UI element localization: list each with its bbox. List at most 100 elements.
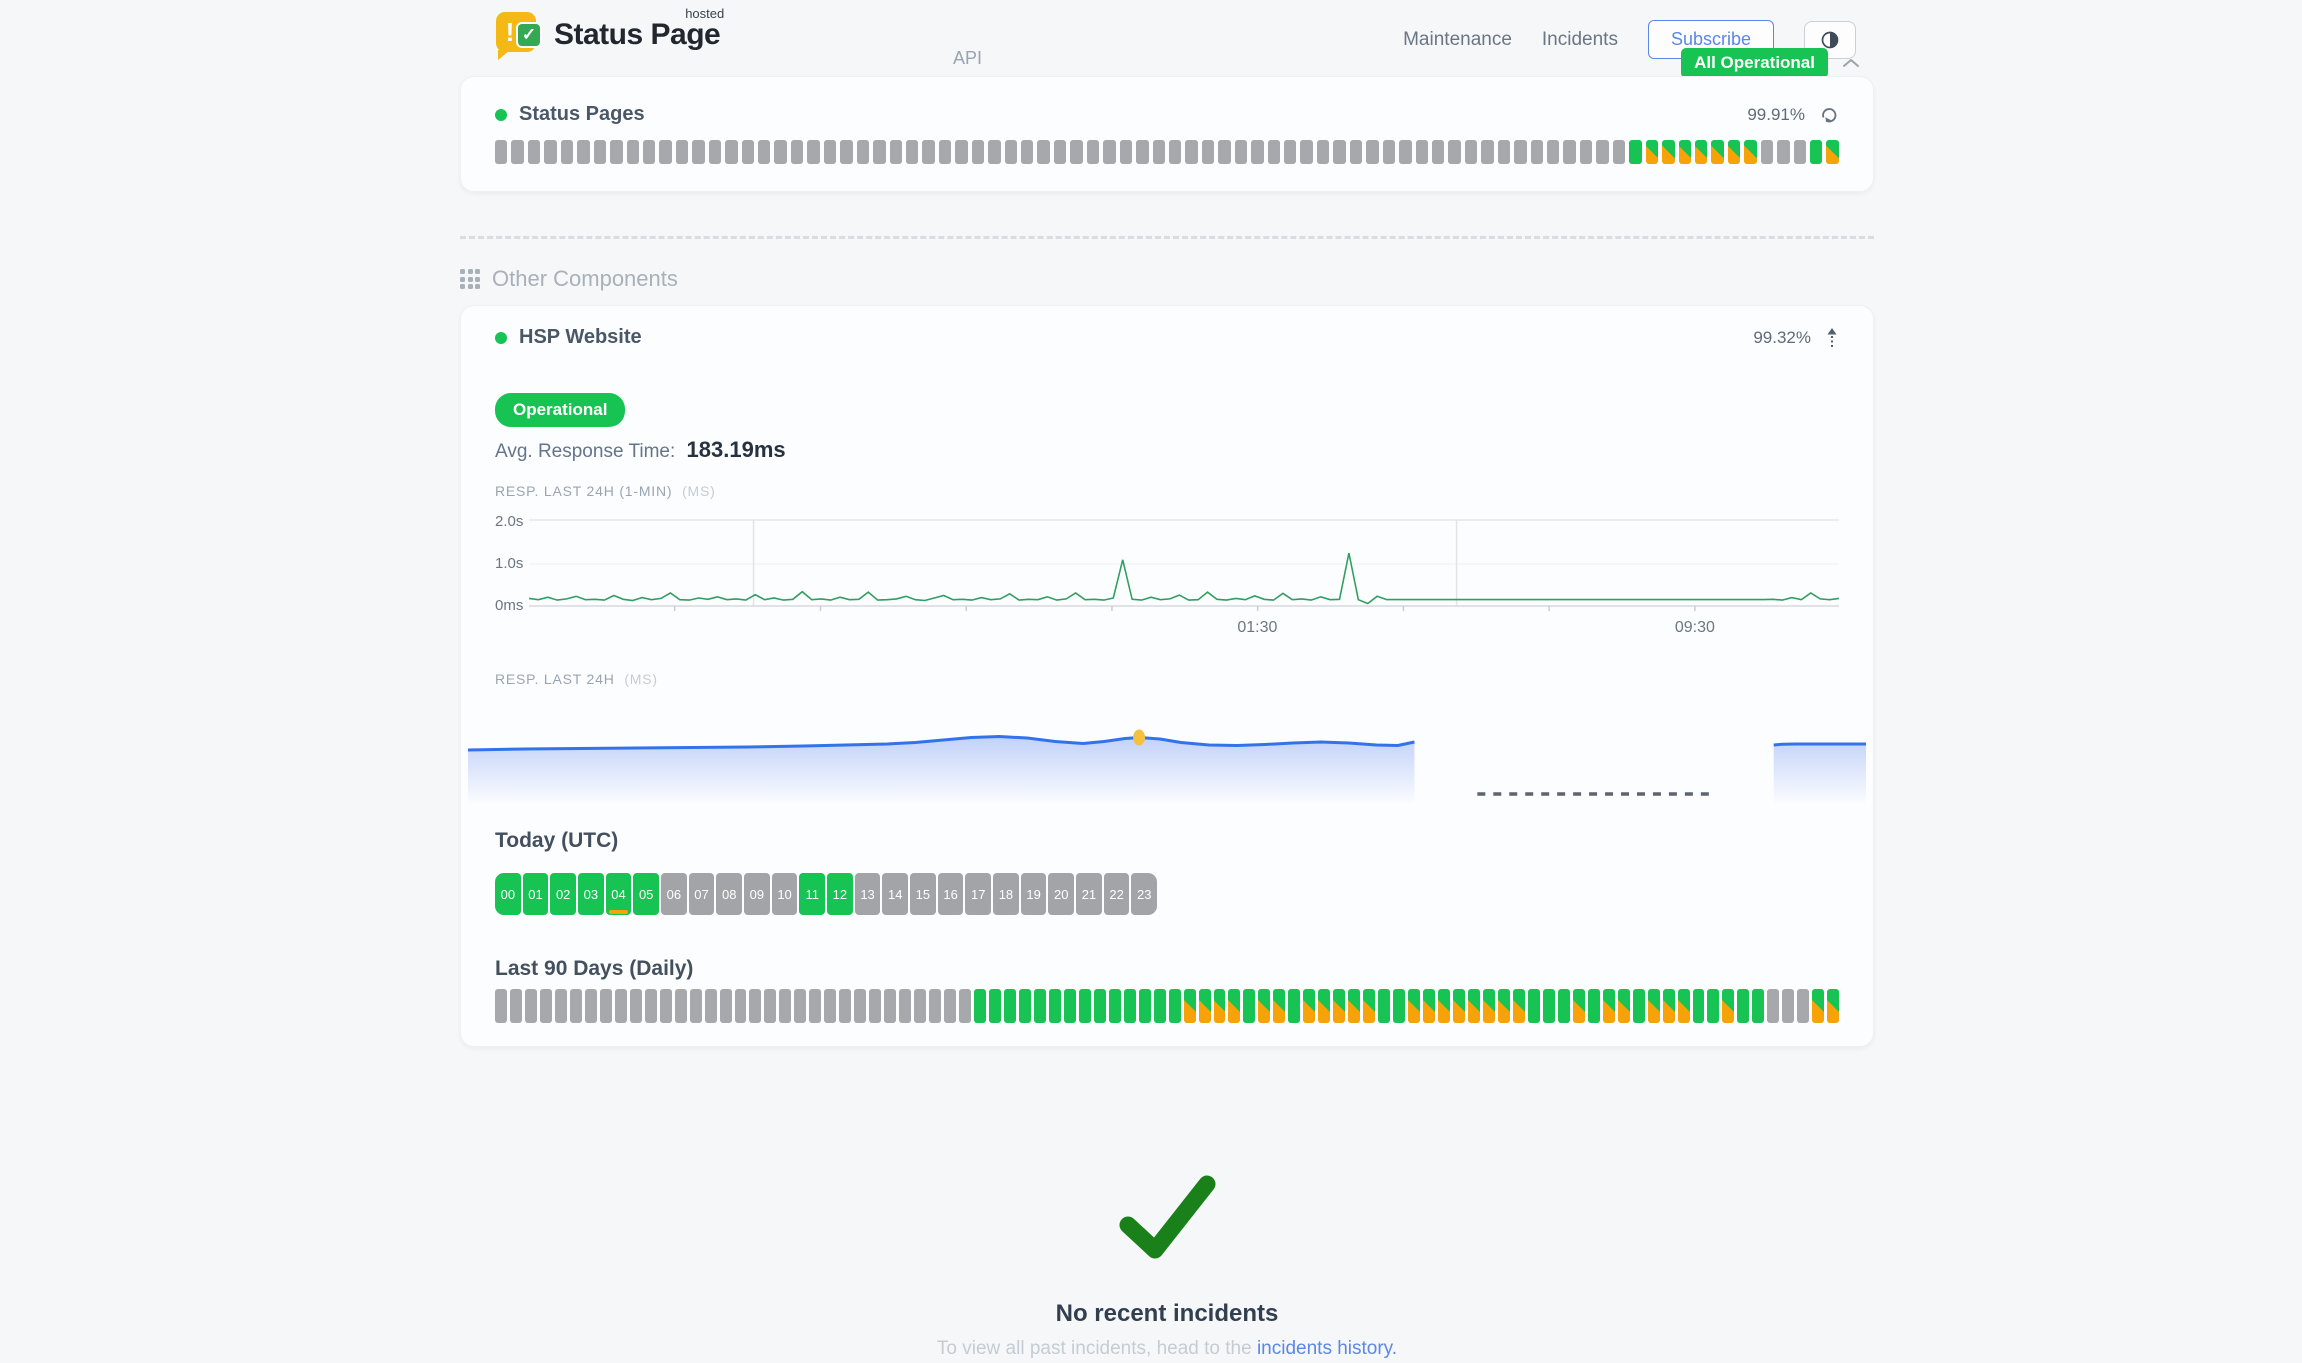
- hour-block[interactable]: 00: [495, 873, 521, 915]
- daily-uptime-bar[interactable]: [1558, 989, 1570, 1023]
- daily-uptime-bar[interactable]: [570, 989, 582, 1023]
- uptime-bar[interactable]: [1531, 140, 1543, 164]
- daily-uptime-bar[interactable]: [914, 989, 926, 1023]
- hour-block[interactable]: 17: [965, 873, 991, 915]
- uptime-bar[interactable]: [1563, 140, 1575, 164]
- uptime-bar[interactable]: [511, 140, 523, 164]
- uptime-bar[interactable]: [544, 140, 556, 164]
- hour-block[interactable]: 07: [689, 873, 715, 915]
- uptime-bar[interactable]: [988, 140, 1000, 164]
- uptime-bar[interactable]: [1251, 140, 1263, 164]
- uptime-bar[interactable]: [627, 140, 639, 164]
- uptime-bar[interactable]: [1794, 140, 1806, 164]
- uptime-bar[interactable]: [1629, 140, 1641, 164]
- daily-uptime-bar[interactable]: [764, 989, 776, 1023]
- uptime-bar[interactable]: [1005, 140, 1017, 164]
- uptime-bar[interactable]: [824, 140, 836, 164]
- daily-uptime-bar[interactable]: [1618, 989, 1630, 1023]
- uptime-bar[interactable]: [495, 140, 507, 164]
- uptime-bar[interactable]: [906, 140, 918, 164]
- uptime-bar[interactable]: [1777, 140, 1789, 164]
- uptime-bar[interactable]: [791, 140, 803, 164]
- nav-maintenance[interactable]: Maintenance: [1403, 29, 1512, 51]
- uptime-bar[interactable]: [758, 140, 770, 164]
- uptime-bar[interactable]: [1465, 140, 1477, 164]
- hour-block[interactable]: 01: [523, 873, 549, 915]
- hour-block[interactable]: 06: [661, 873, 687, 915]
- daily-uptime-bar[interactable]: [1288, 989, 1300, 1023]
- uptime-bar[interactable]: [1646, 140, 1658, 164]
- hour-block[interactable]: 08: [716, 873, 742, 915]
- uptime-bar[interactable]: [594, 140, 606, 164]
- uptime-bar[interactable]: [1695, 140, 1707, 164]
- daily-uptime-bar[interactable]: [1408, 989, 1420, 1023]
- daily-uptime-bar[interactable]: [1094, 989, 1106, 1023]
- daily-uptime-bar[interactable]: [660, 989, 672, 1023]
- chevron-up-icon[interactable]: [1842, 58, 1860, 68]
- uptime-bar[interactable]: [742, 140, 754, 164]
- uptime-bar[interactable]: [709, 140, 721, 164]
- daily-uptime-bar[interactable]: [1498, 989, 1510, 1023]
- uptime-bar[interactable]: [1826, 140, 1838, 164]
- daily-uptime-bar[interactable]: [615, 989, 627, 1023]
- daily-uptime-bar[interactable]: [1812, 989, 1824, 1023]
- daily-uptime-bar[interactable]: [1273, 989, 1285, 1023]
- uptime-bar[interactable]: [1744, 140, 1756, 164]
- daily-uptime-bar[interactable]: [839, 989, 851, 1023]
- daily-uptime-bar[interactable]: [645, 989, 657, 1023]
- daily-uptime-bar[interactable]: [1603, 989, 1615, 1023]
- daily-uptime-bar[interactable]: [1782, 989, 1794, 1023]
- daily-uptime-bar[interactable]: [510, 989, 522, 1023]
- daily-uptime-bar[interactable]: [1827, 989, 1839, 1023]
- daily-uptime-bar[interactable]: [1184, 989, 1196, 1023]
- daily-uptime-bar[interactable]: [1693, 989, 1705, 1023]
- uptime-bar[interactable]: [725, 140, 737, 164]
- daily-uptime-bar[interactable]: [1363, 989, 1375, 1023]
- daily-uptime-bar[interactable]: [749, 989, 761, 1023]
- uptime-bar[interactable]: [659, 140, 671, 164]
- hour-block[interactable]: 23: [1131, 873, 1157, 915]
- daily-uptime-bar[interactable]: [1633, 989, 1645, 1023]
- uptime-bar[interactable]: [1679, 140, 1691, 164]
- daily-uptime-bar[interactable]: [1034, 989, 1046, 1023]
- daily-uptime-bar[interactable]: [944, 989, 956, 1023]
- daily-uptime-bar[interactable]: [779, 989, 791, 1023]
- uptime-bar[interactable]: [561, 140, 573, 164]
- hour-block[interactable]: 15: [910, 873, 936, 915]
- daily-uptime-bar[interactable]: [1124, 989, 1136, 1023]
- uptime-bar[interactable]: [1514, 140, 1526, 164]
- daily-uptime-bar[interactable]: [705, 989, 717, 1023]
- daily-uptime-bar[interactable]: [555, 989, 567, 1023]
- uptime-bar[interactable]: [1547, 140, 1559, 164]
- uptime-bar[interactable]: [1448, 140, 1460, 164]
- daily-uptime-bar[interactable]: [1468, 989, 1480, 1023]
- daily-uptime-bar[interactable]: [1543, 989, 1555, 1023]
- daily-uptime-bar[interactable]: [1483, 989, 1495, 1023]
- daily-uptime-bar[interactable]: [1707, 989, 1719, 1023]
- daily-uptime-bar[interactable]: [1528, 989, 1540, 1023]
- daily-uptime-bar[interactable]: [540, 989, 552, 1023]
- expand-button[interactable]: [1825, 327, 1839, 349]
- uptime-bar[interactable]: [1021, 140, 1033, 164]
- uptime-bar[interactable]: [1416, 140, 1428, 164]
- daily-uptime-bar[interactable]: [1438, 989, 1450, 1023]
- daily-uptime-bar[interactable]: [495, 989, 507, 1023]
- uptime-bar[interactable]: [1153, 140, 1165, 164]
- uptime-bar[interactable]: [577, 140, 589, 164]
- uptime-bar[interactable]: [1169, 140, 1181, 164]
- uptime-bar[interactable]: [1103, 140, 1115, 164]
- uptime-bar[interactable]: [955, 140, 967, 164]
- daily-uptime-bar[interactable]: [1333, 989, 1345, 1023]
- daily-uptime-bar[interactable]: [1648, 989, 1660, 1023]
- incidents-history-link[interactable]: incidents history.: [1257, 1338, 1397, 1359]
- hour-block[interactable]: 12: [827, 873, 853, 915]
- uptime-bar[interactable]: [890, 140, 902, 164]
- daily-uptime-bar[interactable]: [585, 989, 597, 1023]
- uptime-bar[interactable]: [1580, 140, 1592, 164]
- uptime-bar[interactable]: [1810, 140, 1822, 164]
- hour-block[interactable]: 04: [606, 873, 632, 915]
- daily-uptime-bar[interactable]: [1678, 989, 1690, 1023]
- daily-uptime-bar[interactable]: [869, 989, 881, 1023]
- highlight-marker-dot[interactable]: [1133, 730, 1145, 746]
- uptime-bar[interactable]: [972, 140, 984, 164]
